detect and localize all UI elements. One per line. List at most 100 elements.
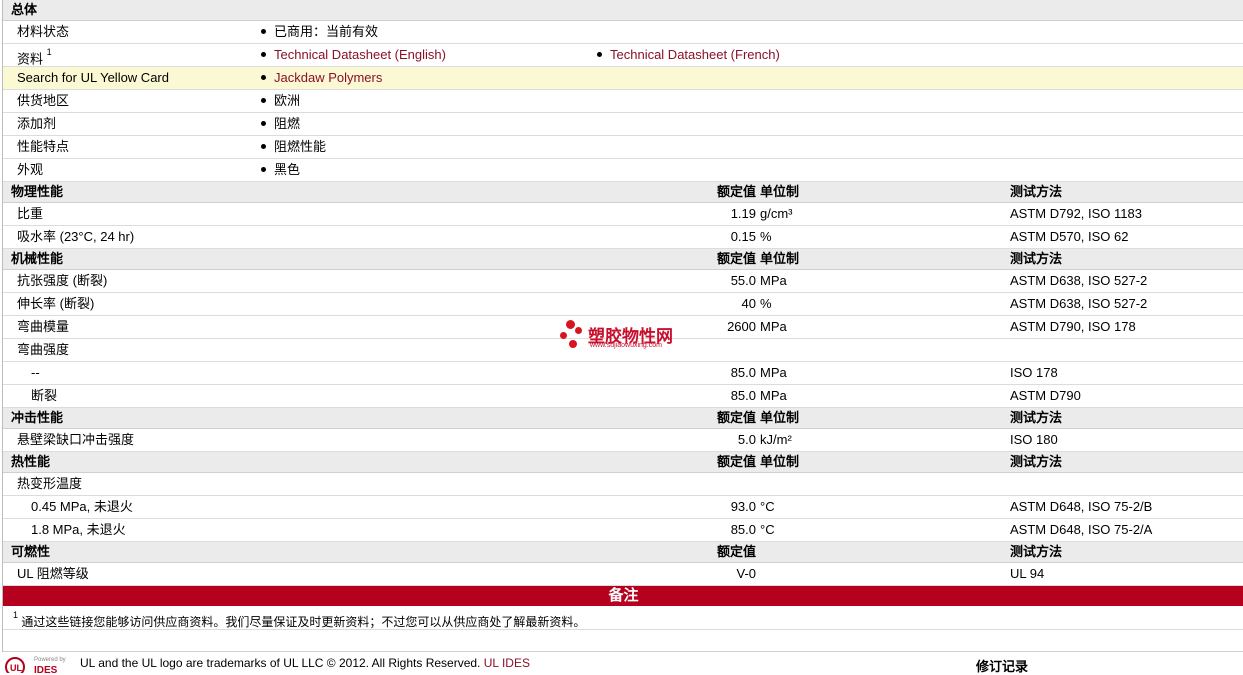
- row-value: 55.0: [730, 273, 756, 288]
- bullet-icon: [261, 75, 266, 81]
- table-row: 1.8 MPa, 未退火 85.0 °C ASTM D648, ISO 75-2…: [3, 519, 1243, 542]
- section-general: 总体: [3, 0, 1243, 21]
- section-title: 物理性能: [11, 184, 64, 199]
- row-additive: 添加剂 阻燃: [3, 113, 1243, 136]
- row-label: 外观: [17, 162, 44, 177]
- row-value: 欧洲: [261, 90, 300, 112]
- row-value: 1.19: [730, 206, 756, 221]
- section-title: 机械性能: [11, 251, 64, 266]
- section-flammability: 可燃性 额定值 测试方法: [3, 542, 1243, 563]
- row-label: 弯曲模量: [17, 319, 70, 334]
- row-label: 1.8 MPa, 未退火: [31, 522, 126, 537]
- row-unit: °C: [760, 522, 775, 537]
- table-row: 断裂 85.0 MPa ASTM D790: [3, 385, 1243, 408]
- row-unit: kJ/m²: [760, 432, 792, 447]
- row-appearance: 外观 黑色: [3, 159, 1243, 182]
- ul-supplier-link[interactable]: Jackdaw Polymers: [261, 67, 382, 89]
- row-label: 热变形温度: [17, 476, 83, 491]
- row-value: 黑色: [261, 159, 300, 181]
- row-label: --: [31, 365, 40, 380]
- footer: UL Powered by IDES UL and the UL logo ar…: [0, 652, 1243, 675]
- ul-ides-logo[interactable]: UL Powered by IDES: [4, 654, 70, 673]
- row-test: ISO 178: [1010, 365, 1058, 380]
- datasheet-french-link[interactable]: Technical Datasheet (French): [597, 44, 780, 66]
- watermark-dot: [560, 332, 567, 339]
- unit-header: 单位制: [760, 410, 800, 425]
- row-datasheet: 资料 1 Technical Datasheet (English) Techn…: [3, 44, 1243, 67]
- section-thermal: 热性能 额定值 单位制 测试方法: [3, 452, 1243, 473]
- table-row: 吸水率 (23°C, 24 hr) 0.15 % ASTM D570, ISO …: [3, 226, 1243, 249]
- test-header: 测试方法: [1010, 251, 1063, 266]
- row-value: 85.0: [730, 388, 756, 403]
- note-row: 1 通过这些链接您能够访问供应商资料。我们尽量保证及时更新资料；不过您可以从供应…: [3, 606, 1243, 630]
- test-header: 测试方法: [1010, 454, 1063, 469]
- row-test: ASTM D638, ISO 527-2: [1010, 296, 1148, 311]
- row-value: V-0: [736, 566, 756, 581]
- row-feature: 性能特点 阻燃性能: [3, 136, 1243, 159]
- row-unit: g/cm³: [760, 206, 793, 221]
- row-label: UL 阻燃等级: [17, 566, 89, 581]
- watermark-logo: 塑胶物性网 www.sujiaowuxing.com: [558, 318, 698, 356]
- row-label: 断裂: [31, 388, 58, 403]
- bullet-icon: [261, 98, 266, 104]
- row-value: 阻燃: [261, 113, 300, 135]
- bullet-icon: [597, 52, 602, 58]
- ul-ides-link[interactable]: UL IDES: [484, 656, 530, 670]
- watermark-dot: [569, 340, 577, 348]
- row-label: 性能特点: [17, 139, 70, 154]
- watermark-dot: [575, 327, 582, 334]
- table-row: 0.45 MPa, 未退火 93.0 °C ASTM D648, ISO 75-…: [3, 496, 1243, 519]
- row-label: 比重: [17, 206, 44, 221]
- row-unit: %: [760, 229, 772, 244]
- bullet-icon: [261, 144, 266, 150]
- unit-header: 单位制: [760, 184, 800, 199]
- row-unit: MPa: [760, 388, 787, 403]
- table-row: UL 阻燃等级 V-0 UL 94: [3, 563, 1243, 586]
- row-value: 阻燃性能: [261, 136, 326, 158]
- row-label: 添加剂: [17, 116, 57, 131]
- test-header: 测试方法: [1010, 410, 1063, 425]
- row-test: ASTM D648, ISO 75-2/A: [1010, 522, 1153, 537]
- powered-by-text: Powered by: [34, 657, 66, 663]
- row-value: 85.0: [730, 522, 756, 537]
- rated-header: 额定值: [716, 410, 756, 425]
- table-row: 比重 1.19 g/cm³ ASTM D792, ISO 1183: [3, 203, 1243, 226]
- watermark-url: www.sujiaowuxing.com: [590, 342, 662, 349]
- bullet-icon: [261, 121, 266, 127]
- row-value: 0.15: [730, 229, 756, 244]
- row-unit: MPa: [760, 365, 787, 380]
- watermark-dot: [566, 320, 575, 329]
- section-impact: 冲击性能 额定值 单位制 测试方法: [3, 408, 1243, 429]
- row-value: 40: [741, 296, 756, 311]
- rated-header: 额定值: [716, 251, 756, 266]
- row-region: 供货地区 欧洲: [3, 90, 1243, 113]
- row-unit: °C: [760, 499, 775, 514]
- section-title: 热性能: [11, 454, 51, 469]
- row-unit: MPa: [760, 319, 787, 334]
- revision-history-link[interactable]: 修订记录: [976, 656, 1028, 675]
- section-title: 总体: [11, 2, 38, 17]
- row-test: ASTM D570, ISO 62: [1010, 229, 1129, 244]
- row-value: 已商用：当前有效: [261, 21, 378, 43]
- row-label: 弯曲强度: [17, 342, 70, 357]
- row-value: 85.0: [730, 365, 756, 380]
- table-row: 悬壁梁缺口冲击强度 5.0 kJ/m² ISO 180: [3, 429, 1243, 452]
- row-test: ASTM D792, ISO 1183: [1010, 206, 1142, 221]
- row-label: 供货地区: [17, 93, 70, 108]
- notes-header: 备注: [3, 586, 1243, 606]
- row-test: UL 94: [1010, 566, 1045, 581]
- spacer-row: [3, 630, 1243, 652]
- row-test: ISO 180: [1010, 432, 1058, 447]
- row-label: 材料状态: [17, 24, 70, 39]
- table-row-group: 热变形温度: [3, 473, 1243, 496]
- unit-header: 单位制: [760, 454, 800, 469]
- row-test: ASTM D648, ISO 75-2/B: [1010, 499, 1153, 514]
- row-value: 93.0: [730, 499, 756, 514]
- row-label: 悬壁梁缺口冲击强度: [17, 432, 135, 447]
- datasheet-english-link[interactable]: Technical Datasheet (English): [261, 44, 446, 66]
- test-header: 测试方法: [1010, 184, 1063, 199]
- row-value: 5.0: [737, 432, 756, 447]
- section-physical: 物理性能 额定值 单位制 测试方法: [3, 182, 1243, 203]
- bullet-icon: [261, 29, 266, 35]
- rated-header: 额定值: [716, 454, 756, 469]
